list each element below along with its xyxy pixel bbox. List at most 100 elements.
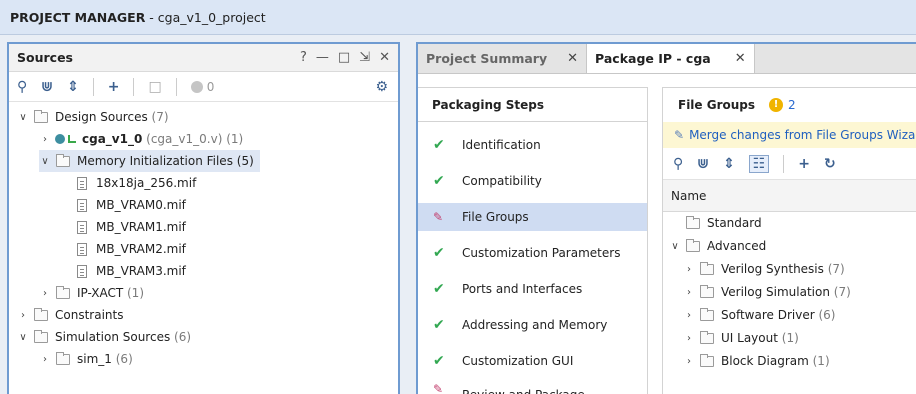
folder-icon — [56, 351, 70, 365]
tree-item-label: Memory Initialization Files — [77, 154, 233, 168]
tree-item-count: (1) — [781, 331, 799, 345]
add-sources-icon[interactable]: + — [108, 79, 120, 95]
file-group-software-driver[interactable]: › Software Driver (6) — [683, 304, 835, 326]
step-review-and-package[interactable]: ✎ Review and Package — [418, 382, 647, 394]
tree-item-file[interactable]: 18x18ja_256.mif — [77, 172, 196, 194]
toolbar-divider — [783, 154, 785, 173]
tree-item-label: Design Sources — [55, 110, 148, 124]
tree-item-label: Verilog Simulation — [721, 285, 830, 299]
file-groups-toolbar: ⚲ ⋓ ⇕ ☷ + ↻ — [663, 148, 916, 180]
chevron-right-icon[interactable]: › — [39, 354, 51, 365]
status-dot-icon — [190, 80, 203, 93]
tree-item-top-module[interactable]: › cga_v1_0 (cga_v1_0.v) (1) — [39, 128, 243, 150]
collapse-all-icon[interactable]: ⋓ — [41, 79, 53, 95]
folder-icon — [34, 109, 48, 123]
file-groups-pane: File Groups ! 2 ✎ Merge changes from Fil… — [662, 87, 916, 394]
chevron-down-icon[interactable]: ∨ — [39, 156, 51, 167]
chevron-right-icon[interactable]: › — [683, 264, 695, 275]
unknown-file-icon[interactable]: □ — [148, 79, 161, 95]
tree-item-count: (6) — [818, 308, 836, 322]
add-icon[interactable]: + — [798, 156, 810, 172]
step-identification[interactable]: ✔ Identification — [418, 131, 647, 159]
maximize-icon[interactable]: □ — [338, 50, 350, 65]
file-groups-title: File Groups — [678, 98, 756, 112]
tree-item-file[interactable]: MB_VRAM0.mif — [77, 194, 186, 216]
package-ip-panel: Project Summary ✕ Package IP - cga ✕ Pac… — [416, 42, 916, 394]
tree-item-label: Advanced — [707, 239, 767, 253]
name-column-header[interactable]: Name — [663, 180, 916, 212]
panel-controls: ? — □ ⇲ ✕ — [300, 50, 398, 65]
file-groups-header: File Groups ! 2 — [663, 88, 916, 122]
step-addressing-and-memory[interactable]: ✔ Addressing and Memory — [418, 311, 647, 339]
chevron-right-icon[interactable]: › — [39, 288, 51, 299]
file-group-verilog-simulation[interactable]: › Verilog Simulation (7) — [683, 281, 851, 303]
tree-item-design-sources[interactable]: ∨ Design Sources (7) — [17, 106, 169, 128]
float-icon[interactable]: ⇲ — [359, 50, 370, 65]
step-customization-gui[interactable]: ✔ Customization GUI — [418, 347, 647, 375]
hierarchy-icon — [68, 135, 76, 143]
sources-header: Sources ? — □ ⇲ ✕ — [9, 44, 398, 72]
file-group-advanced[interactable]: ∨ Advanced — [669, 235, 766, 257]
file-icon — [77, 176, 87, 190]
check-icon: ✔ — [433, 317, 445, 333]
file-icon — [77, 242, 87, 256]
check-icon: ✔ — [433, 245, 445, 261]
tree-item-file[interactable]: MB_VRAM3.mif — [77, 260, 186, 282]
help-icon[interactable]: ? — [300, 50, 307, 65]
step-compatibility[interactable]: ✔ Compatibility — [418, 167, 647, 195]
tab-project-summary[interactable]: Project Summary ✕ — [418, 44, 588, 73]
tree-item-label: Block Diagram — [721, 354, 809, 368]
step-ports-and-interfaces[interactable]: ✔ Ports and Interfaces — [418, 275, 647, 303]
tab-package-ip[interactable]: Package IP - cga ✕ — [587, 44, 755, 73]
step-label: Customization Parameters — [462, 246, 621, 260]
step-label: Addressing and Memory — [462, 318, 608, 332]
check-icon: ✔ — [433, 281, 445, 297]
close-icon[interactable]: ✕ — [379, 50, 390, 65]
tree-item-label: 18x18ja_256.mif — [96, 176, 197, 190]
chevron-down-icon[interactable]: ∨ — [17, 332, 29, 343]
step-customization-parameters[interactable]: ✔ Customization Parameters — [418, 239, 647, 267]
search-icon[interactable]: ⚲ — [673, 156, 683, 172]
tab-bar: Project Summary ✕ Package IP - cga ✕ — [418, 44, 916, 74]
tree-item-memory-init-files[interactable]: ∨ Memory Initialization Files (5) — [39, 150, 260, 172]
tree-item-ip-xact[interactable]: › IP-XACT (1) — [39, 282, 144, 304]
chevron-down-icon[interactable]: ∨ — [17, 112, 29, 123]
tree-item-sim-1[interactable]: › sim_1 (6) — [39, 348, 133, 370]
folder-icon — [686, 215, 700, 229]
chevron-right-icon[interactable]: › — [683, 356, 695, 367]
minimize-icon[interactable]: — — [316, 50, 329, 65]
search-icon[interactable]: ⚲ — [17, 79, 27, 95]
chevron-down-icon[interactable]: ∨ — [669, 241, 681, 252]
chevron-right-icon[interactable]: › — [683, 333, 695, 344]
merge-changes-link[interactable]: Merge changes from File Groups Wizard — [689, 128, 916, 142]
tree-item-constraints[interactable]: › Constraints — [17, 304, 123, 326]
tree-item-simulation-sources[interactable]: ∨ Simulation Sources (6) — [17, 326, 191, 348]
tree-item-file[interactable]: MB_VRAM1.mif — [77, 216, 186, 238]
tree-item-count: (1) — [127, 286, 144, 300]
edit-icon: ✎ — [674, 128, 685, 142]
edit-icon: ✎ — [433, 210, 444, 224]
hierarchy-view-icon[interactable]: ☷ — [748, 154, 770, 173]
chevron-right-icon[interactable]: › — [683, 287, 695, 298]
tab-label: Package IP - cga — [595, 51, 711, 66]
title-prefix: PROJECT MANAGER — [10, 9, 146, 25]
collapse-all-icon[interactable]: ⋓ — [697, 156, 709, 172]
file-group-verilog-synthesis[interactable]: › Verilog Synthesis (7) — [683, 258, 845, 280]
warning-icon[interactable]: ! — [769, 98, 784, 112]
step-file-groups[interactable]: ✎ File Groups — [418, 203, 647, 231]
file-group-block-diagram[interactable]: › Block Diagram (1) — [683, 350, 830, 372]
chevron-right-icon[interactable]: › — [39, 134, 51, 145]
close-icon[interactable]: ✕ — [567, 51, 578, 66]
file-group-ui-layout[interactable]: › UI Layout (1) — [683, 327, 799, 349]
warning-count[interactable]: 2 — [788, 98, 796, 112]
expand-all-icon[interactable]: ⇕ — [67, 79, 79, 95]
chevron-right-icon[interactable]: › — [683, 310, 695, 321]
refresh-icon[interactable]: ↻ — [824, 156, 836, 172]
close-icon[interactable]: ✕ — [735, 51, 746, 66]
gear-icon[interactable]: ⚙ — [375, 79, 388, 95]
expand-all-icon[interactable]: ⇕ — [723, 156, 735, 172]
tree-item-file[interactable]: MB_VRAM2.mif — [77, 238, 186, 260]
file-group-standard[interactable]: Standard — [681, 212, 762, 234]
chevron-right-icon[interactable]: › — [17, 310, 29, 321]
check-icon: ✔ — [433, 173, 445, 189]
